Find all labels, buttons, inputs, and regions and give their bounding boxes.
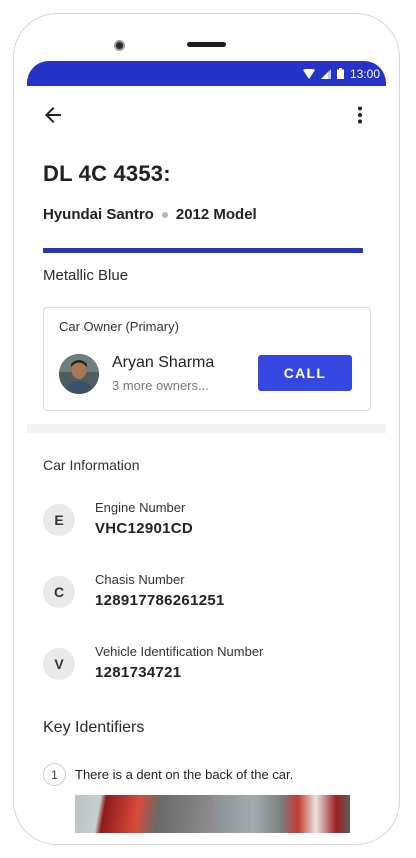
car-rear-photo xyxy=(75,795,213,833)
vehicle-model: Hyundai Santro xyxy=(43,206,154,223)
vehicle-color: Metallic Blue xyxy=(43,267,129,284)
engine-letter-badge: E xyxy=(43,504,75,536)
plate-number: DL 4C 4353: xyxy=(43,161,171,186)
more-owners-link[interactable]: 3 more owners... xyxy=(112,378,209,393)
separator-dot xyxy=(161,211,168,218)
battery-icon xyxy=(336,68,344,79)
chasis-letter-badge: C xyxy=(43,576,75,608)
owner-name: Aryan Sharma xyxy=(112,354,215,371)
info-row-chasis: C Chasis Number 128917786261251 xyxy=(43,572,373,620)
car-info-title: Car Information xyxy=(43,457,140,473)
vin-label: Vehicle Identification Number xyxy=(95,644,264,659)
chasis-value: 128917786261251 xyxy=(95,592,225,609)
app-bar xyxy=(27,86,386,142)
owner-card-title: Car Owner (Primary) xyxy=(59,319,179,334)
color-swatch-bar xyxy=(43,248,363,253)
section-divider xyxy=(27,424,386,433)
phone-frame: 13:00 DL 4C 4353: Hyundai Santro 2012 Mo… xyxy=(13,13,400,845)
arrow-left-icon xyxy=(45,107,61,123)
vehicle-year: 2012 Model xyxy=(175,206,257,223)
key-identifier-item: 1 There is a dent on the back of the car… xyxy=(43,763,293,786)
earpiece-speaker xyxy=(187,42,226,47)
key-identifier-number: 1 xyxy=(43,763,66,786)
dent-photo-strip[interactable] xyxy=(75,795,350,833)
clock-time: 13:00 xyxy=(349,66,380,81)
owner-card: Car Owner (Primary) Aryan Sharma 3 more … xyxy=(43,307,371,411)
info-row-engine: E Engine Number VHC12901CD xyxy=(43,500,373,548)
vin-value: 1281734721 xyxy=(95,664,182,681)
signal-icon xyxy=(320,68,331,79)
engine-value: VHC12901CD xyxy=(95,520,194,537)
engine-label: Engine Number xyxy=(95,500,186,515)
key-identifier-text: There is a dent on the back of the car. xyxy=(75,767,294,782)
status-bar: 13:00 xyxy=(27,61,386,86)
app-screen: 13:00 DL 4C 4353: Hyundai Santro 2012 Mo… xyxy=(27,61,386,844)
avatar xyxy=(59,354,99,394)
front-camera xyxy=(114,40,125,51)
more-options-button[interactable] xyxy=(348,103,372,127)
vin-letter-badge: V xyxy=(43,648,75,680)
more-vert-icon xyxy=(358,106,362,124)
info-row-vin: V Vehicle Identification Number 12817347… xyxy=(43,644,373,692)
wifi-icon xyxy=(302,68,315,79)
back-button[interactable] xyxy=(41,103,65,127)
key-identifiers-title: Key Identifiers xyxy=(43,719,145,736)
call-button[interactable]: CALL xyxy=(258,355,352,391)
car-rear-photo xyxy=(212,795,350,833)
chasis-label: Chasis Number xyxy=(95,572,185,587)
vehicle-subtitle: Hyundai Santro 2012 Model xyxy=(43,206,257,223)
